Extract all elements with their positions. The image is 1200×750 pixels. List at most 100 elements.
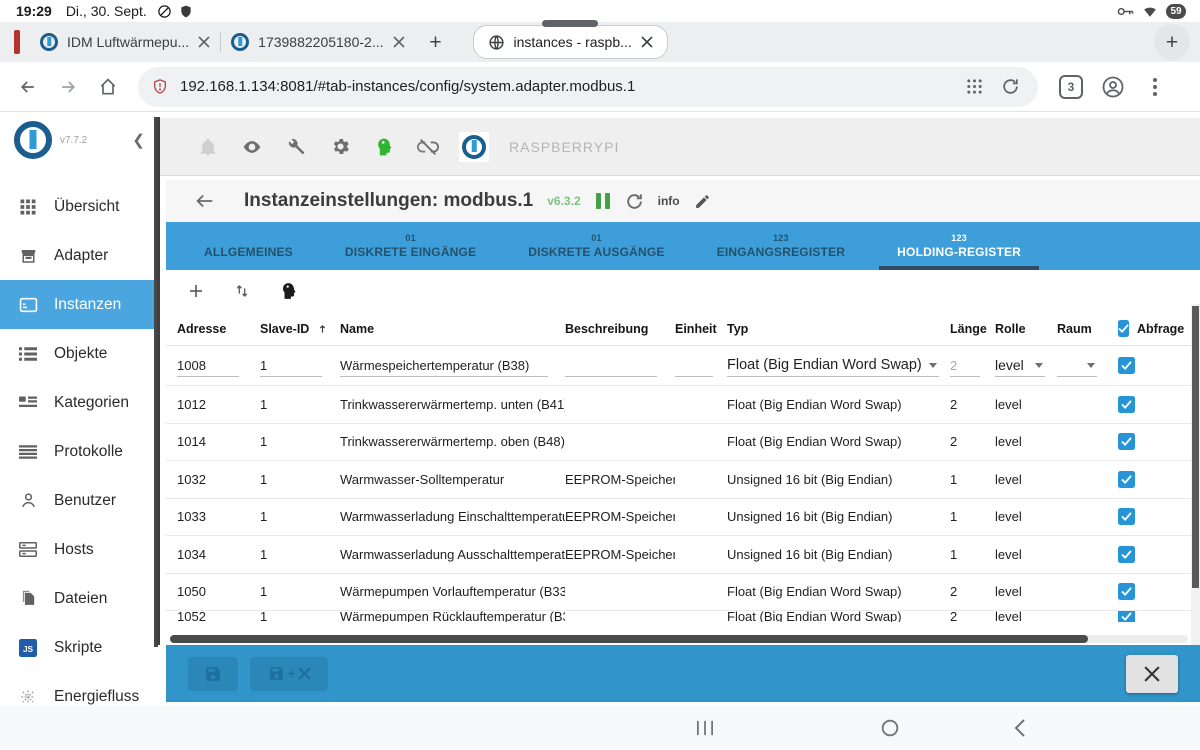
register-row[interactable]: 10141Trinkwassererwärmertemp. oben (B48)…	[166, 424, 1200, 462]
abfrage-checkbox[interactable]	[1118, 611, 1135, 622]
ai-head-icon[interactable]	[276, 279, 300, 303]
new-tab-button[interactable]: +	[419, 25, 453, 59]
abfrage-checkbox[interactable]	[1118, 357, 1135, 374]
sidebar-item-objekte[interactable]: Objekte	[0, 329, 157, 378]
col-rolle[interactable]: Rolle	[995, 322, 1057, 336]
col-einheit[interactable]: Einheit	[675, 322, 727, 336]
register-row[interactable]: 10331Warmwasserladung Einschalttemperatu…	[166, 499, 1200, 537]
forward-button[interactable]	[48, 67, 88, 107]
adresse-input[interactable]	[177, 355, 239, 377]
link-off-icon[interactable]	[415, 134, 441, 160]
browser-tab-active[interactable]: instances - raspb...	[473, 25, 668, 59]
einheit-input[interactable]	[675, 355, 713, 377]
admin-app-bar: RASPBERRYPI	[160, 118, 1200, 176]
apps-grid-icon[interactable]	[956, 69, 992, 105]
profile-avatar[interactable]	[1094, 68, 1132, 106]
col-adresse[interactable]: Adresse	[177, 322, 260, 336]
add-register-icon[interactable]	[184, 279, 208, 303]
col-laenge[interactable]: Länge	[950, 322, 995, 336]
vertical-scrollbar-thumb[interactable]	[1192, 306, 1199, 588]
info-label[interactable]: info	[658, 194, 680, 208]
tab-diskrete-ausgaenge[interactable]: 01 DISKRETE AUSGÄNGE	[502, 222, 690, 270]
sidebar-item-protokolle[interactable]: Protokolle	[0, 427, 157, 476]
import-export-icon[interactable]	[230, 279, 254, 303]
col-name[interactable]: Name	[340, 322, 565, 336]
wrench-icon[interactable]	[283, 134, 309, 160]
col-beschreibung[interactable]: Beschreibung	[565, 322, 675, 336]
horizontal-scrollbar-thumb[interactable]	[170, 635, 1088, 643]
registers-table: Adresse Slave-ID Name Beschreibung Einhe…	[166, 270, 1200, 645]
settings-gear-icon[interactable]	[327, 134, 353, 160]
restart-instance-icon[interactable]	[625, 192, 644, 211]
url-field[interactable]: 192.168.1.134:8081/#tab-instances/config…	[138, 67, 1038, 107]
register-row[interactable]: 10501Wärmepumpen Vorlauftemperatur (B33)…	[166, 574, 1200, 612]
edit-pencil-icon[interactable]	[694, 193, 711, 210]
col-raum[interactable]: Raum	[1057, 322, 1118, 336]
dialog-back-icon[interactable]	[194, 190, 216, 212]
close-dialog-button[interactable]	[1126, 655, 1178, 693]
recents-button[interactable]	[680, 705, 730, 750]
abfrage-checkbox[interactable]	[1118, 546, 1135, 563]
abfrage-checkbox[interactable]	[1118, 433, 1135, 450]
col-typ[interactable]: Typ	[727, 322, 950, 336]
name-input[interactable]	[340, 355, 548, 377]
reload-icon[interactable]	[992, 69, 1028, 105]
close-tab-icon[interactable]	[393, 36, 405, 48]
abfrage-checkbox[interactable]	[1118, 583, 1135, 600]
sidebar-item-benutzer[interactable]: Benutzer	[0, 476, 157, 525]
save-button[interactable]	[188, 657, 238, 691]
home-button[interactable]	[88, 67, 128, 107]
close-tab-icon[interactable]	[641, 36, 653, 48]
horizontal-scrollbar-track[interactable]	[170, 635, 1188, 643]
raum-select[interactable]	[1057, 355, 1097, 377]
sidebar-item-dateien[interactable]: Dateien	[0, 574, 157, 623]
sidebar-item-hosts[interactable]: Hosts	[0, 525, 157, 574]
notifications-bell-icon[interactable]	[195, 134, 221, 160]
collapse-sidebar-icon[interactable]: ❮	[132, 131, 145, 149]
col-slave-id[interactable]: Slave-ID	[260, 322, 340, 336]
pause-instance-icon[interactable]	[595, 192, 611, 210]
register-row[interactable]: 10341Warmwasserladung Ausschalttemperatu…	[166, 536, 1200, 574]
sidebar-item-kategorien[interactable]: Kategorien	[0, 378, 157, 427]
abfrage-checkbox[interactable]	[1118, 471, 1135, 488]
typ-select[interactable]: Float (Big Endian Word Swap)	[727, 355, 939, 377]
site-security-icon[interactable]	[152, 78, 168, 95]
slave-id-input[interactable]	[260, 355, 322, 377]
visibility-eye-icon[interactable]	[239, 134, 265, 160]
new-tab-button-right[interactable]: +	[1154, 24, 1190, 60]
sidebar-item-instanzen[interactable]: Instanzen	[0, 280, 157, 329]
tab-allgemeines[interactable]: ALLGEMEINES	[178, 222, 319, 270]
content-scrollbar[interactable]	[157, 117, 160, 645]
tab-eingangsregister[interactable]: 123 EINGANGSREGISTER	[691, 222, 872, 270]
browser-tab-1[interactable]: IDM Luftwärmepu...	[30, 22, 220, 62]
sidebar-item-label: Skripte	[54, 639, 102, 657]
back-button-android[interactable]	[995, 705, 1045, 750]
tab-holding-register[interactable]: 123 HOLDING-REGISTER	[871, 222, 1047, 270]
close-tab-icon[interactable]	[198, 36, 210, 48]
register-row[interactable]: 10321Warmwasser-SolltemperaturEEPROM-Spe…	[166, 461, 1200, 499]
overview-grid-icon	[17, 198, 39, 216]
save-and-close-button[interactable]	[250, 657, 328, 691]
register-row[interactable]: 10121Trinkwassererwärmertemp. unten (B41…	[166, 386, 1200, 424]
tab-drag-handle[interactable]	[542, 20, 598, 27]
browser-menu-icon[interactable]	[1136, 68, 1174, 106]
rolle-select[interactable]: level	[995, 355, 1045, 377]
url-text[interactable]: 192.168.1.134:8081/#tab-instances/config…	[180, 78, 956, 95]
home-button-android[interactable]	[865, 705, 915, 750]
sidebar-item-skripte[interactable]: JS Skripte	[0, 623, 157, 672]
sidebar-item-uebersicht[interactable]: Übersicht	[0, 182, 157, 231]
close-icon	[298, 667, 311, 680]
abfrage-checkbox[interactable]	[1118, 396, 1135, 413]
back-button[interactable]	[8, 67, 48, 107]
browser-tab-2[interactable]: 1739882205180-2...	[221, 22, 414, 62]
tab-group-indicator[interactable]	[14, 30, 20, 54]
sentry-head-icon[interactable]	[371, 134, 397, 160]
laenge-input[interactable]	[950, 355, 980, 377]
select-all-checkbox[interactable]	[1118, 320, 1129, 337]
tab-diskrete-eingaenge[interactable]: 01 DISKRETE EINGÄNGE	[319, 222, 502, 270]
sidebar-item-adapter[interactable]: Adapter	[0, 231, 157, 280]
register-row-clipped[interactable]: 10521Wärmepumpen Rücklauftemperatur (B34…	[166, 611, 1200, 622]
tab-switcher-button[interactable]: 3	[1052, 68, 1090, 106]
abfrage-checkbox[interactable]	[1118, 508, 1135, 525]
beschreibung-input[interactable]	[565, 355, 657, 377]
